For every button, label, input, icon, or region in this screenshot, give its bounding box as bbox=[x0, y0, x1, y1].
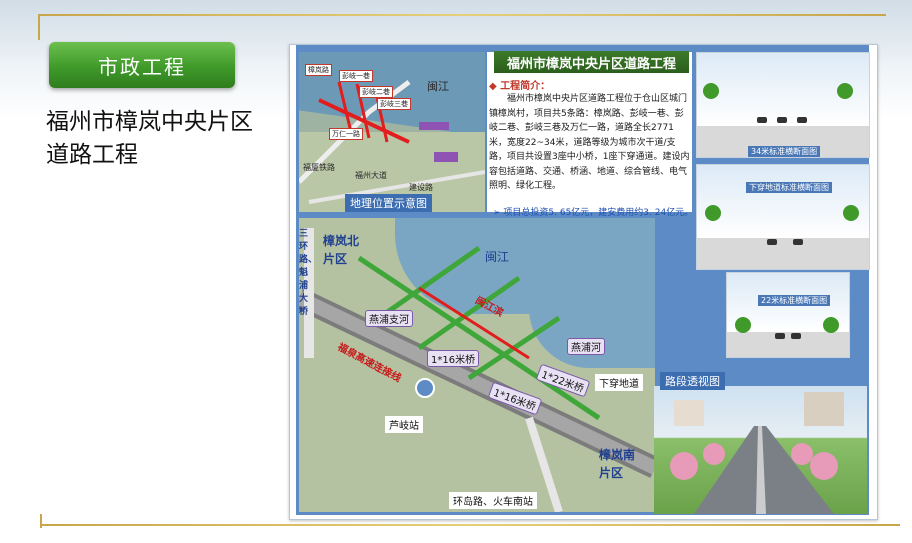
location-map-caption: 地理位置示意图 bbox=[345, 194, 432, 212]
top-gold-rule bbox=[38, 14, 886, 16]
intro-body: 福州市樟岚中央片区道路工程位于仓山区城门镇樟岚村，项目共5条路：樟岚路、彭岐一巷… bbox=[489, 94, 690, 191]
pill-yanpu-branch: 燕浦支河 bbox=[365, 310, 413, 327]
tag-zhanglan-road: 樟岚路 bbox=[305, 64, 332, 76]
perspective-caption: 路段透视图 bbox=[660, 372, 725, 390]
pill-yanpu-river: 燕浦河 bbox=[567, 338, 605, 355]
tree-icon bbox=[735, 317, 751, 333]
vehicle-icon bbox=[797, 117, 807, 123]
loc-label-jianshe: 建设路 bbox=[409, 183, 433, 192]
tree-icon bbox=[843, 205, 859, 221]
cross-section-22m-caption: 22米标准横断面图 bbox=[758, 295, 831, 306]
page-title-line2: 道路工程 bbox=[46, 142, 138, 168]
page-title-line1: 福州市樟岚中央片区 bbox=[46, 109, 253, 135]
station-label: 芦岐站 bbox=[385, 416, 423, 433]
page-title: 福州市樟岚中央片区 道路工程 bbox=[46, 106, 286, 172]
north-district-label: 樟岚北片区 bbox=[323, 234, 360, 266]
location-map-roads bbox=[299, 80, 485, 204]
cross-section-underpass-caption: 下穿地道标准横断面图 bbox=[746, 182, 832, 193]
bottom-road-label: 环岛路、火车南站 bbox=[449, 492, 537, 509]
pill-bridge-16a: 1*16米桥 bbox=[427, 350, 480, 367]
loc-label-rail: 福厦铁路 bbox=[303, 163, 335, 172]
intro-heading: ◆ 工程简介： bbox=[489, 81, 551, 92]
section-badge[interactable]: 市政工程 bbox=[49, 42, 235, 88]
tree-icon bbox=[705, 205, 721, 221]
district-map: 樟岚北片区 樟岚南片区 闽江 三环路、魁浦大桥 福泉高速连接线 闽江滨 燕浦支河… bbox=[299, 218, 655, 512]
vehicle-icon bbox=[793, 239, 803, 245]
tree-icon bbox=[823, 317, 839, 333]
cross-section-34m bbox=[696, 52, 870, 158]
loc-river-label: 闽江 bbox=[427, 80, 449, 93]
road-perspective-render bbox=[654, 386, 867, 514]
location-map: 闽江 樟岚路 彭岐一巷 彭岐二巷 彭岐三巷 万仁一路 福厦铁路 福州大道 建设路 bbox=[299, 52, 485, 212]
tag-pengqi-3: 彭岐三巷 bbox=[377, 98, 411, 110]
district-river-label: 闽江 bbox=[485, 250, 510, 264]
intro-title: 福州市樟岚中央片区道路工程 bbox=[494, 51, 689, 73]
top-gold-tick bbox=[38, 14, 40, 40]
cross-section-underpass bbox=[696, 164, 870, 270]
vehicle-icon bbox=[777, 117, 787, 123]
intro-investment: ➢ 项目总投资5. 65亿元，建安费用约3. 24亿元。 bbox=[493, 208, 694, 218]
tag-pengqi-1: 彭岐一巷 bbox=[339, 70, 373, 82]
road-perspective-drawing bbox=[670, 392, 844, 514]
vehicle-icon bbox=[757, 117, 767, 123]
vehicle-icon bbox=[767, 239, 777, 245]
vehicle-icon bbox=[791, 333, 801, 339]
underpass-label: 下穿地道 bbox=[595, 374, 643, 391]
tree-icon bbox=[837, 83, 853, 99]
cross-section-22m bbox=[726, 272, 850, 358]
south-district-label: 樟岚南片区 bbox=[599, 448, 636, 480]
loc-label-avenue: 福州大道 bbox=[355, 171, 387, 180]
tree-icon bbox=[703, 83, 719, 99]
ring-road-label: 三环路、魁浦大桥 bbox=[299, 229, 318, 317]
tag-wanren-1: 万仁一路 bbox=[329, 128, 363, 140]
cross-section-34m-caption: 34米标准横断面图 bbox=[748, 146, 821, 157]
vehicle-icon bbox=[775, 333, 785, 339]
bottom-gold-rule bbox=[40, 524, 900, 526]
bottom-gold-tick bbox=[40, 514, 42, 528]
tag-pengqi-2: 彭岐二巷 bbox=[359, 86, 393, 98]
